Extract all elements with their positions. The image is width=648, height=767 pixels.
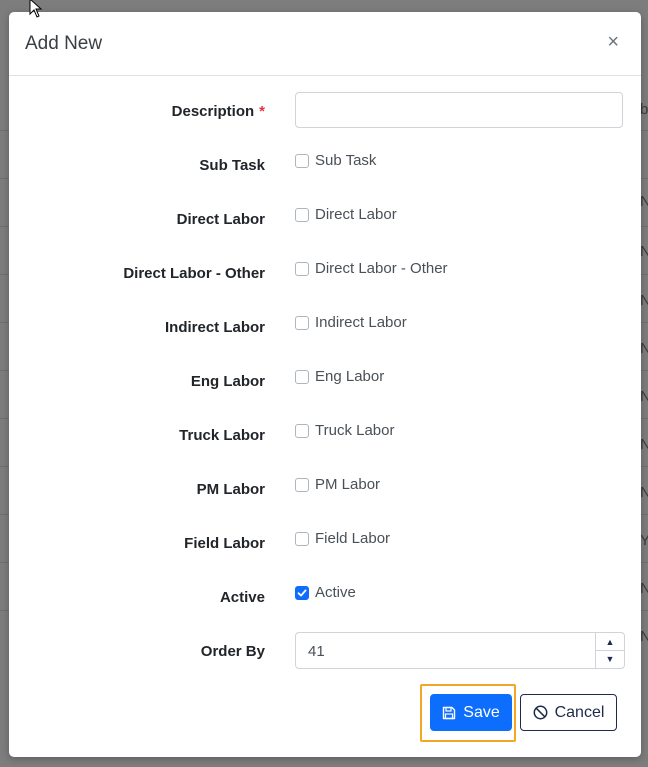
direct-labor-option[interactable]: Direct Labor <box>295 206 397 223</box>
bg-edge-text: N <box>640 243 648 260</box>
bg-edge-text: Y <box>640 532 648 549</box>
save-button-label: Save <box>463 703 500 721</box>
active-option[interactable]: Active <box>295 584 356 601</box>
bg-edge-text: N <box>640 628 648 645</box>
dialog-header: Add New × <box>9 12 641 76</box>
active-checkbox-label[interactable]: Active <box>315 584 356 601</box>
bg-edge-text: b <box>640 101 648 118</box>
order-by-value[interactable]: 41 <box>308 643 325 660</box>
field-labor-checkbox[interactable] <box>295 531 309 546</box>
bg-edge-text: N <box>640 292 648 309</box>
indirect-labor-label: Indirect Labor <box>164 319 265 336</box>
indirect-labor-option[interactable]: Indirect Labor <box>295 314 407 331</box>
save-button[interactable]: Save <box>430 694 512 731</box>
description-row: Description * <box>9 92 641 128</box>
field-labor-option[interactable]: Field Labor <box>295 530 390 547</box>
bg-edge-text: N <box>640 484 648 501</box>
floppy-disk-icon <box>442 706 456 720</box>
mouse-cursor-icon <box>29 0 43 18</box>
eng-labor-label: Eng Labor <box>190 373 265 390</box>
order-by-label: Order By <box>200 643 265 660</box>
pm-labor-label: PM Labor <box>196 481 265 498</box>
field-labor-row: Field Labor Field Labor <box>9 530 641 566</box>
direct-labor-checkbox[interactable] <box>295 207 309 222</box>
description-input[interactable] <box>295 92 623 128</box>
direct-labor-other-option[interactable]: Direct Labor - Other <box>295 260 448 277</box>
sub-task-row: Sub Task Sub Task <box>9 152 641 188</box>
field-labor-checkbox-label[interactable]: Field Labor <box>315 530 390 547</box>
dialog-title: Add New <box>25 33 103 54</box>
direct-labor-other-row: Direct Labor - Other Direct Labor - Othe… <box>9 260 641 296</box>
direct-labor-label: Direct Labor <box>176 211 265 228</box>
active-checkbox[interactable] <box>295 585 309 600</box>
close-icon[interactable]: × <box>607 32 619 52</box>
cancel-button-label: Cancel <box>554 703 605 721</box>
truck-labor-checkbox[interactable] <box>295 423 309 438</box>
active-label: Active <box>219 589 265 606</box>
add-new-dialog: Add New × Description * Sub Task Sub Task… <box>9 12 641 757</box>
truck-labor-row: Truck Labor Truck Labor <box>9 422 641 458</box>
eng-labor-checkbox[interactable] <box>295 369 309 384</box>
active-row: Active Active <box>9 584 641 620</box>
pm-labor-option[interactable]: PM Labor <box>295 476 380 493</box>
field-labor-label: Field Labor <box>184 535 265 552</box>
bg-edge-text: N <box>640 388 648 405</box>
ban-icon <box>533 705 548 720</box>
truck-labor-option[interactable]: Truck Labor <box>295 422 394 439</box>
sub-task-label: Sub Task <box>199 157 265 174</box>
direct-labor-other-checkbox[interactable] <box>295 261 309 276</box>
eng-labor-option[interactable]: Eng Labor <box>295 368 384 385</box>
direct-labor-checkbox-label[interactable]: Direct Labor <box>315 206 397 223</box>
order-by-spinner: ▲ ▼ <box>595 633 624 668</box>
checkmark-icon <box>297 589 307 596</box>
pm-labor-checkbox[interactable] <box>295 477 309 492</box>
truck-labor-label: Truck Labor <box>179 427 265 444</box>
eng-labor-checkbox-label[interactable]: Eng Labor <box>315 368 384 385</box>
indirect-labor-checkbox-label[interactable]: Indirect Labor <box>315 314 407 331</box>
sub-task-checkbox[interactable] <box>295 153 309 168</box>
order-by-number-input[interactable]: 41 ▲ ▼ <box>295 632 625 669</box>
bg-edge-text: N <box>640 340 648 357</box>
truck-labor-checkbox-label[interactable]: Truck Labor <box>315 422 394 439</box>
spin-up-arrow-icon[interactable]: ▲ <box>596 633 624 651</box>
pm-labor-checkbox-label[interactable]: PM Labor <box>315 476 380 493</box>
sub-task-checkbox-label[interactable]: Sub Task <box>315 152 376 169</box>
direct-labor-row: Direct Labor Direct Labor <box>9 206 641 242</box>
description-label: Description * <box>171 103 265 120</box>
required-asterisk: * <box>259 103 265 120</box>
indirect-labor-checkbox[interactable] <box>295 315 309 330</box>
indirect-labor-row: Indirect Labor Indirect Labor <box>9 314 641 350</box>
order-by-row: Order By 41 ▲ ▼ <box>9 632 641 669</box>
eng-labor-row: Eng Labor Eng Labor <box>9 368 641 404</box>
direct-labor-other-checkbox-label[interactable]: Direct Labor - Other <box>315 260 448 277</box>
spin-down-arrow-icon[interactable]: ▼ <box>596 650 624 667</box>
sub-task-option[interactable]: Sub Task <box>295 152 376 169</box>
pm-labor-row: PM Labor PM Labor <box>9 476 641 512</box>
bg-edge-text: N <box>640 580 648 597</box>
cancel-button[interactable]: Cancel <box>520 694 617 731</box>
bg-edge-text: N <box>640 436 648 453</box>
direct-labor-other-label: Direct Labor - Other <box>123 265 265 282</box>
bg-edge-text: N <box>640 193 648 210</box>
